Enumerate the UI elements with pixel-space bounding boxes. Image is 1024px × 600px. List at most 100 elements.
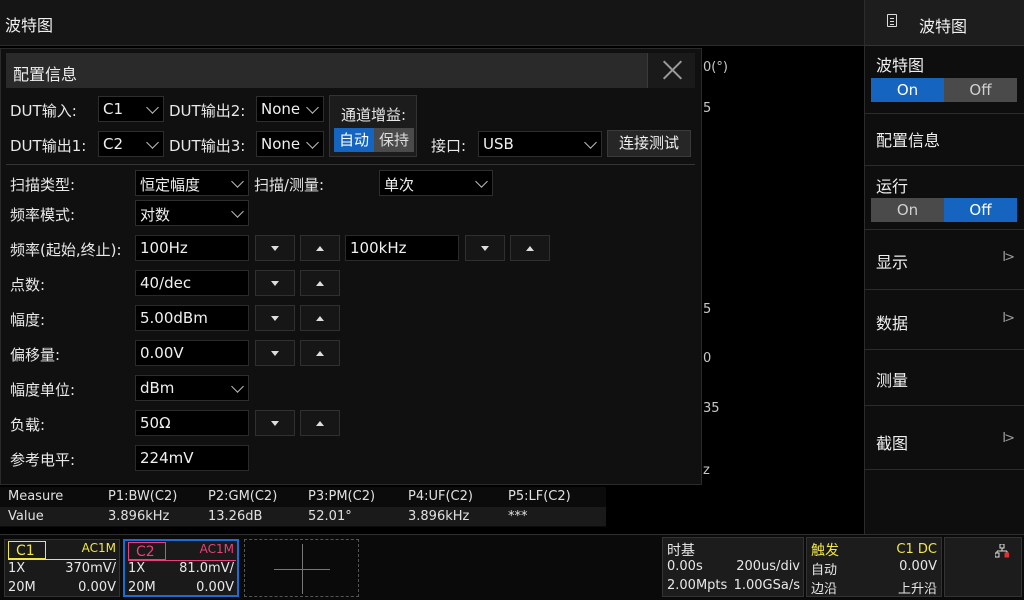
freq-start-down-button[interactable] [255,235,295,261]
timebase-memory: 2.00Mpts [667,578,728,593]
offset-input[interactable]: 0.00V [135,340,249,366]
select-value: USB [483,135,514,153]
axis-label: 0 [703,351,712,366]
sweep-type-select[interactable]: 恒定幅度 [135,170,249,196]
field-value: 40/dec [140,274,192,292]
close-icon[interactable] [647,53,695,88]
field-value: 100kHz [350,239,407,257]
points-input[interactable]: 40/dec [135,270,249,296]
dut-output1-select[interactable]: C2 [98,131,164,157]
chevron-down-icon [475,175,488,188]
menu-item-label: 运行 [876,177,909,196]
field-value: 5.00dBm [140,309,208,327]
select-value: 单次 [384,176,415,194]
bode-off-option[interactable]: Off [944,78,1017,102]
run-on-option[interactable]: On [871,198,944,222]
dut-output3-label: DUT输出3: [169,137,246,155]
select-value: dBm [140,379,175,397]
measure-table: Measure P1:BW(C2) P2:GM(C2) P3:PM(C2) P4… [0,487,606,527]
menu-item-display[interactable]: 显示 I> [865,230,1024,290]
menu-item-config[interactable]: 配置信息 [865,114,1024,166]
chevron-down-icon [231,205,244,218]
select-value: 对数 [140,206,171,224]
add-channel-icon[interactable] [244,539,359,597]
menu-item-run[interactable]: 运行 On Off [865,166,1024,230]
dialog-title: 配置信息 [13,65,78,84]
load-down-button[interactable] [255,410,295,436]
amplitude-up-button[interactable] [300,305,340,331]
offset-down-button[interactable] [255,340,295,366]
field-value: 100Hz [140,239,188,257]
menu-item-data[interactable]: 数据 I> [865,290,1024,350]
gain-auto-option[interactable]: 自动 [334,128,374,152]
channel-probe: 1X [8,561,26,576]
network-status[interactable] [944,537,1022,597]
field-value: 224mV [140,449,194,467]
load-input[interactable]: 50Ω [135,410,249,436]
timebase-title: 时基 [667,543,695,559]
chevron-down-icon [306,101,319,114]
channel-color-bar [8,559,116,560]
timebase-delay: 0.00s [667,559,703,574]
menu-item-label: 截图 [876,434,909,453]
freq-start-up-button[interactable] [300,235,340,261]
dut-output3-select[interactable]: None [256,131,324,157]
offset-up-button[interactable] [300,340,340,366]
measure-header: P1:BW(C2) [108,489,178,504]
freq-stop-input[interactable]: 100kHz [345,235,459,261]
load-up-button[interactable] [300,410,340,436]
dut-input-select[interactable]: C1 [98,96,164,122]
bode-toggle[interactable]: On Off [871,78,1017,102]
freq-stop-up-button[interactable] [510,235,550,261]
measure-value: 52.01° [308,509,352,524]
submenu-arrow-icon: I> [1002,431,1015,446]
channel-coupling: AC1M [199,542,234,556]
menu-item-measure[interactable]: 测量 [865,350,1024,406]
ref-level-input[interactable]: 224mV [135,445,249,471]
network-icon [995,544,1009,558]
dut-output2-select[interactable]: None [256,96,324,122]
channel-bw: 20M [128,580,156,595]
freq-start-input[interactable]: 100Hz [135,235,249,261]
port-select[interactable]: USB [478,131,602,157]
menu-item-bode[interactable]: 波特图 On Off [865,46,1024,114]
timebase-rate: 1.00GSa/s [733,578,800,593]
measure-value: *** [508,509,528,524]
gain-hold-option[interactable]: 保持 [374,128,414,152]
timebase-box[interactable]: 时基 0.00s 200us/div 2.00Mpts 1.00GSa/s [662,537,804,597]
channel-scale: 81.0mV/ [179,561,234,576]
bode-on-option[interactable]: On [871,78,944,102]
submenu-arrow-icon: I> [1002,311,1015,326]
channel-c2-box[interactable]: C2 AC1M 1X 81.0mV/ 20M 0.00V [123,539,239,597]
measure-value: 3.896kHz [108,509,170,524]
trigger-type: 边沿 [811,582,838,597]
freq-range-label: 频率(起始,终止): [10,241,122,259]
ref-level-label: 参考电平: [10,451,76,469]
trigger-box[interactable]: 触发 C1 DC 自动 0.00V 边沿 上升沿 [806,537,942,597]
connect-test-button[interactable]: 连接测试 [607,130,691,157]
freq-stop-down-button[interactable] [465,235,505,261]
points-up-button[interactable] [300,270,340,296]
select-value: None [261,100,301,118]
amp-unit-select[interactable]: dBm [135,375,249,401]
amplitude-input[interactable]: 5.00dBm [135,305,249,331]
menu-item-label: 波特图 [876,56,925,75]
channel-c1-box[interactable]: C1 AC1M 1X 370mV/ 20M 0.00V [4,539,120,597]
axis-label: 0(°) [703,60,728,75]
freq-mode-select[interactable]: 对数 [135,200,249,226]
channel-bw: 20M [8,580,36,595]
menu-header-title: 波特图 [919,17,968,36]
config-dialog: 配置信息 DUT输入: C1 DUT输出2: None DUT输出1: C2 D… [0,48,702,485]
run-off-option[interactable]: Off [944,198,1017,222]
menu-header: 波特图 [865,0,1024,46]
menu-item-screenshot[interactable]: 截图 I> [865,406,1024,470]
select-value: 恒定幅度 [140,176,201,194]
channel-name: C2 [128,542,166,560]
measure-header: P5:LF(C2) [508,489,571,504]
amplitude-down-button[interactable] [255,305,295,331]
sweep-measure-select[interactable]: 单次 [379,170,493,196]
axis-label: 5 [703,302,712,317]
points-down-button[interactable] [255,270,295,296]
measure-header: P3:PM(C2) [308,489,376,504]
run-toggle[interactable]: On Off [871,198,1017,222]
